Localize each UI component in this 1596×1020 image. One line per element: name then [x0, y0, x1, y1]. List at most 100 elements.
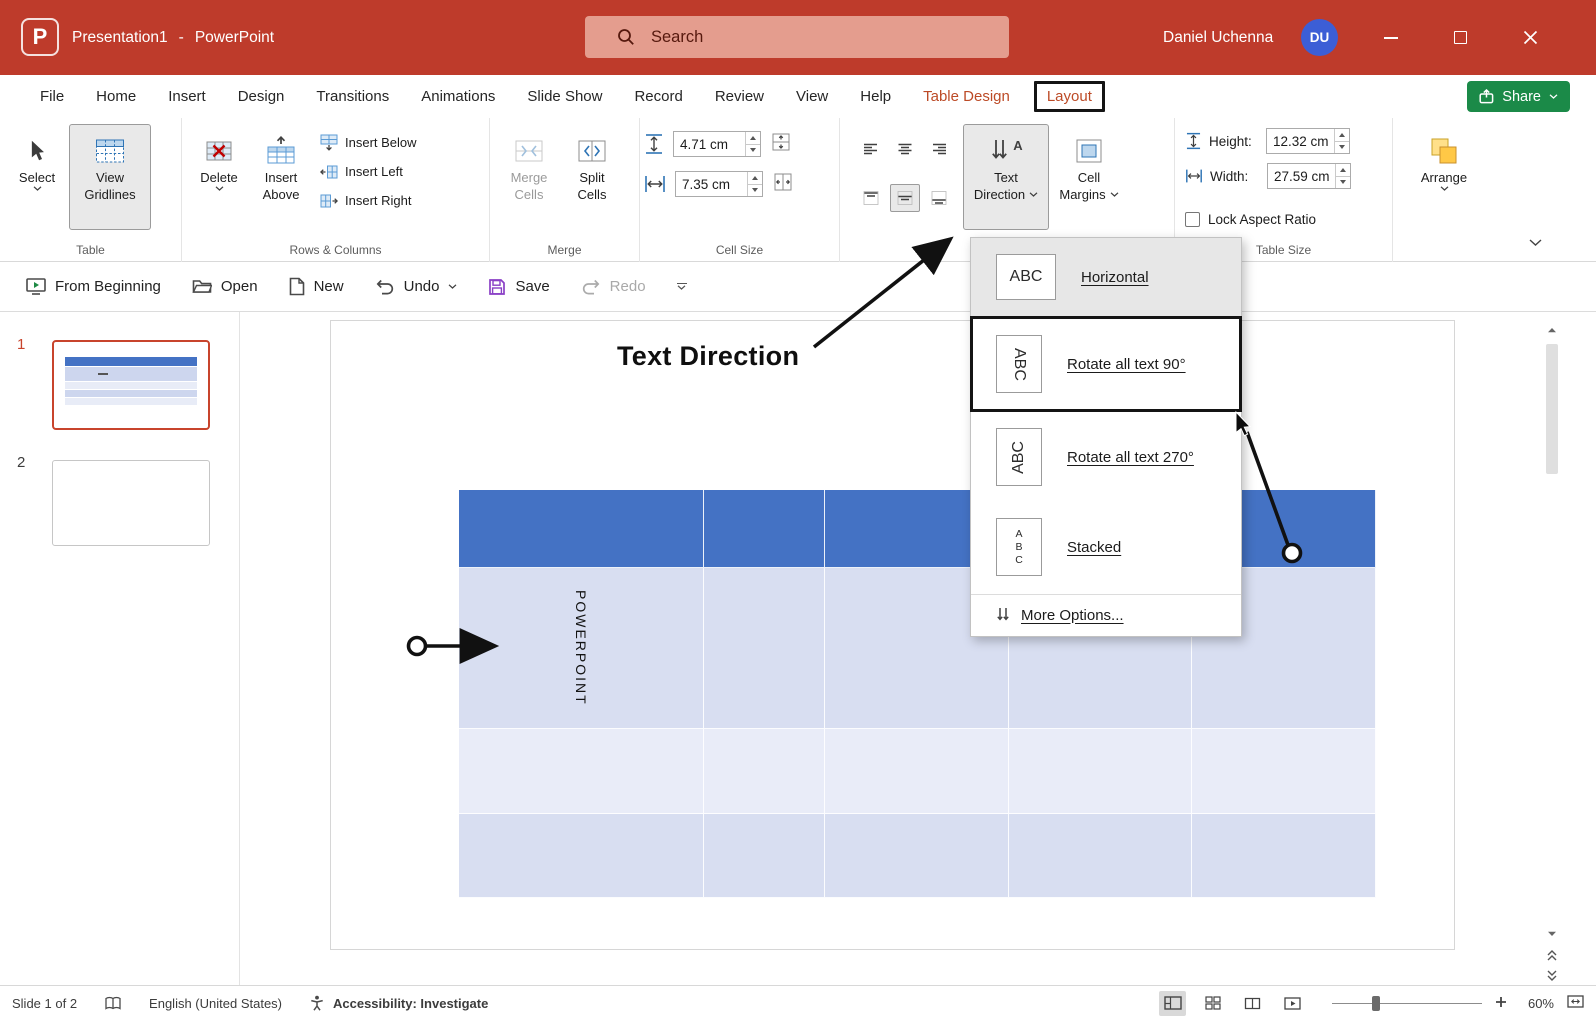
arrange-button[interactable]: Arrange — [1408, 124, 1480, 230]
select-button[interactable]: Select — [8, 124, 66, 230]
insert-above-button[interactable]: Insert Above — [251, 124, 311, 230]
zoom-percentage[interactable]: 60% — [1520, 996, 1554, 1011]
slide-show-button[interactable] — [1279, 991, 1306, 1016]
zoom-slider-thumb[interactable] — [1372, 996, 1380, 1011]
redo-button[interactable]: Redo — [581, 278, 646, 295]
language-status[interactable]: English (United States) — [149, 996, 282, 1011]
tab-review[interactable]: Review — [699, 75, 780, 118]
menu-item-horizontal[interactable]: ABC Horizontal — [971, 238, 1241, 316]
align-bottom-button[interactable] — [924, 184, 954, 212]
view-gridlines-button[interactable]: View Gridlines — [69, 124, 151, 230]
column-width-increase[interactable] — [748, 172, 762, 184]
tab-insert[interactable]: Insert — [152, 75, 222, 118]
row-height-spinner[interactable] — [673, 131, 761, 157]
table-cell[interactable] — [1009, 729, 1192, 814]
save-button[interactable]: Save — [488, 278, 549, 296]
split-cells-button[interactable]: Split Cells — [563, 124, 621, 230]
table-header-cell[interactable] — [704, 490, 825, 568]
table-height-spinner[interactable] — [1266, 128, 1350, 154]
table-cell[interactable] — [704, 729, 825, 814]
table-cell[interactable] — [459, 814, 704, 898]
row-height-input[interactable] — [674, 132, 745, 156]
share-button[interactable]: Share — [1467, 81, 1570, 112]
merge-cells-button[interactable]: Merge Cells — [498, 124, 560, 230]
align-left-button[interactable] — [856, 135, 886, 163]
slide-editing-area[interactable]: POWERPOINT — [240, 312, 1542, 985]
lock-aspect-ratio-checkbox[interactable] — [1185, 212, 1200, 227]
table-cell[interactable] — [825, 729, 1009, 814]
align-center-button[interactable] — [890, 135, 920, 163]
previous-slide-button[interactable] — [1542, 945, 1562, 965]
slide-1-thumbnail[interactable] — [52, 340, 210, 430]
tab-table-design[interactable]: Table Design — [907, 75, 1026, 118]
distribute-rows-button[interactable] — [770, 132, 792, 157]
next-slide-button[interactable] — [1542, 965, 1562, 985]
text-direction-button[interactable]: A Text Direction — [963, 124, 1049, 230]
tab-slide-show[interactable]: Slide Show — [511, 75, 618, 118]
tab-file[interactable]: File — [24, 75, 80, 118]
tab-layout[interactable]: Layout — [1034, 81, 1105, 112]
tab-help[interactable]: Help — [844, 75, 907, 118]
slide-sorter-view-button[interactable] — [1199, 991, 1226, 1016]
tab-animations[interactable]: Animations — [405, 75, 511, 118]
table-cell[interactable] — [1192, 814, 1376, 898]
new-button[interactable]: New — [289, 277, 344, 296]
menu-item-rotate-90[interactable]: ABC Rotate all text 90° — [970, 316, 1242, 412]
search-input[interactable] — [651, 28, 951, 47]
table-height-increase[interactable] — [1335, 129, 1349, 141]
from-beginning-button[interactable]: From Beginning — [26, 277, 161, 296]
table-width-decrease[interactable] — [1336, 176, 1350, 189]
table-width-spinner[interactable] — [1267, 163, 1351, 189]
scroll-down-button[interactable] — [1542, 924, 1562, 944]
align-top-button[interactable] — [856, 184, 886, 212]
proofing-book-icon[interactable] — [104, 996, 122, 1011]
delete-button[interactable]: Delete — [190, 124, 248, 230]
table-cell[interactable] — [825, 814, 1009, 898]
table-width-input[interactable] — [1268, 164, 1335, 188]
tab-design[interactable]: Design — [222, 75, 301, 118]
column-width-spinner[interactable] — [675, 171, 763, 197]
row-height-decrease[interactable] — [746, 144, 760, 157]
fit-to-window-button[interactable] — [1567, 995, 1584, 1011]
zoom-slider[interactable] — [1332, 991, 1482, 1016]
center-vertically-button[interactable] — [890, 184, 920, 212]
zoom-in-button[interactable] — [1495, 996, 1507, 1011]
table-height-input[interactable] — [1267, 129, 1334, 153]
tab-record[interactable]: Record — [618, 75, 698, 118]
align-right-button[interactable] — [924, 135, 954, 163]
undo-button[interactable]: Undo — [375, 278, 458, 295]
table-cell-rotated-text[interactable]: POWERPOINT — [459, 568, 704, 729]
maximize-button[interactable] — [1437, 0, 1484, 75]
open-button[interactable]: Open — [192, 278, 258, 295]
slide-2-thumbnail[interactable] — [52, 460, 210, 546]
insert-below-button[interactable]: Insert Below — [314, 128, 423, 157]
minimize-button[interactable] — [1367, 0, 1414, 75]
reading-view-button[interactable] — [1239, 991, 1266, 1016]
collapse-ribbon-button[interactable] — [1522, 231, 1548, 253]
insert-left-button[interactable]: Insert Left — [314, 157, 423, 186]
table-cell[interactable] — [459, 729, 704, 814]
table-cell[interactable] — [704, 568, 825, 729]
customize-qat-button[interactable] — [677, 283, 687, 290]
column-width-input[interactable] — [676, 172, 747, 196]
distribute-columns-button[interactable] — [772, 172, 794, 197]
row-height-increase[interactable] — [746, 132, 760, 144]
menu-item-more-options[interactable]: More Options... — [971, 595, 1241, 636]
table-cell[interactable] — [704, 814, 825, 898]
powerpoint-logo-icon[interactable]: P — [21, 18, 59, 56]
vertical-scrollbar[interactable] — [1542, 318, 1562, 985]
close-button[interactable] — [1507, 0, 1554, 75]
menu-item-stacked[interactable]: ABC Stacked — [971, 502, 1241, 592]
normal-view-button[interactable] — [1159, 991, 1186, 1016]
insert-right-button[interactable]: Insert Right — [314, 186, 423, 215]
scrollbar-thumb[interactable] — [1546, 344, 1558, 474]
cell-margins-button[interactable]: Cell Margins — [1052, 124, 1126, 230]
lock-aspect-ratio-checkbox-row[interactable]: Lock Aspect Ratio — [1185, 212, 1384, 227]
tab-home[interactable]: Home — [80, 75, 152, 118]
accessibility-status[interactable]: Accessibility: Investigate — [309, 995, 488, 1011]
search-box[interactable] — [585, 16, 1009, 58]
table-height-decrease[interactable] — [1335, 141, 1349, 154]
slide-canvas[interactable]: POWERPOINT — [330, 320, 1455, 950]
avatar[interactable]: DU — [1301, 19, 1338, 56]
account-name[interactable]: Daniel Uchenna — [1163, 0, 1273, 75]
